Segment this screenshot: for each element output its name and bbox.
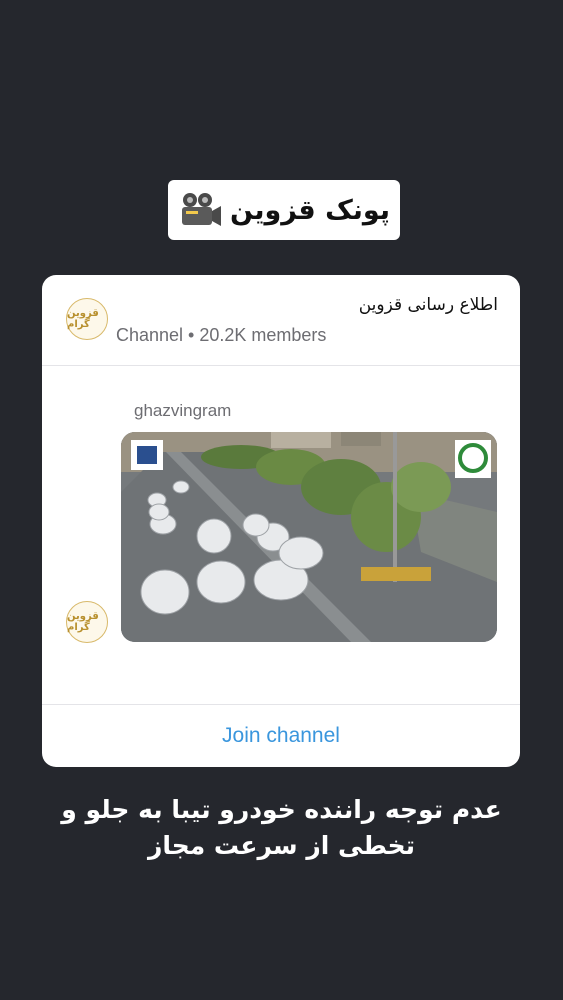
movie-camera-icon [178,191,222,229]
channel-avatar[interactable]: قزوین گرام [66,298,108,340]
post-author: ghazvingram [134,401,232,420]
post-photo[interactable] [121,432,497,642]
channel-name: اطلاع رسانی قزوین [358,295,498,315]
avatar-logo-text: قزوین گرام [67,611,99,633]
join-channel-button[interactable]: Join channel [42,705,520,767]
divider [42,365,520,366]
channel-card: قزوین گرام اطلاع رسانی قزوین Channel • 2… [42,275,520,767]
story-caption: عدم توجه راننده خودرو تیبا به جلو و تخطی… [40,792,523,864]
story-title: پونک قزوین [230,194,390,226]
story-title-chip: پونک قزوین [168,180,400,240]
post-avatar[interactable]: قزوین گرام [66,601,108,643]
avatar-logo-text: قزوین گرام [67,308,99,330]
caption-line-1: عدم توجه راننده خودرو تیبا به جلو و [61,795,502,824]
caption-line-2: تخطی از سرعت مجاز [147,831,416,860]
channel-meta: Channel • 20.2K members [116,325,327,345]
channel-header[interactable]: قزوین گرام اطلاع رسانی قزوین Channel • 2… [42,275,520,365]
